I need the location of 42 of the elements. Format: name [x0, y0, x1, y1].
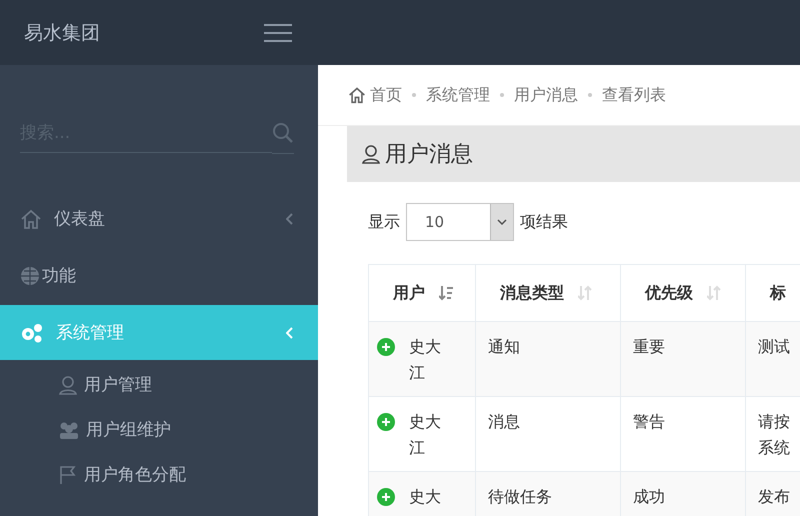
home-icon	[20, 208, 42, 230]
home-icon	[348, 86, 366, 104]
user-icon	[361, 144, 381, 164]
expand-plus-icon[interactable]	[377, 338, 395, 356]
menu-icon[interactable]	[264, 22, 292, 42]
table-cell: 消息	[476, 396, 620, 472]
brand-name: 易水集团	[24, 20, 100, 46]
breadcrumb-link[interactable]: 首页	[348, 84, 402, 106]
globe-icon	[20, 266, 40, 286]
chevron-left-icon	[286, 326, 294, 338]
expand-plus-icon[interactable]	[377, 413, 395, 431]
users-icon	[58, 420, 80, 440]
length-label: 项结果	[520, 212, 568, 232]
table-cell: 警告	[620, 396, 746, 472]
table-cell: 史大江	[368, 322, 476, 396]
table-cell: 重要	[620, 322, 746, 396]
submenu-item[interactable]: 用户管理	[0, 362, 318, 407]
page-size-select[interactable]: 10	[406, 203, 514, 241]
submenu-item[interactable]: 用户角色分配	[0, 452, 318, 497]
sidebar-item[interactable]: 仪表盘	[0, 191, 318, 246]
table-cell: 史大江	[368, 396, 476, 472]
column-header[interactable]: 用户	[368, 264, 476, 322]
table-cell: 测试	[746, 322, 800, 396]
panel-title: 用户消息	[385, 141, 473, 169]
table-cell: 成功	[620, 472, 746, 516]
sort-icon[interactable]	[439, 285, 453, 302]
length-label: 显示	[368, 212, 400, 232]
table-cell: 通知	[476, 322, 620, 396]
breadcrumb-link[interactable]: 用户消息	[514, 84, 578, 106]
expand-plus-icon[interactable]	[377, 488, 395, 506]
chevron-down-icon	[497, 219, 507, 225]
table-cell: 请按系统	[746, 396, 800, 472]
chevron-left-icon	[286, 212, 294, 224]
sidebar-item[interactable]: 功能	[0, 248, 318, 303]
table-cell: 史大	[368, 472, 476, 516]
flag-icon	[58, 464, 78, 484]
breadcrumb-link[interactable]: 查看列表	[602, 84, 666, 106]
user-icon	[58, 374, 78, 394]
breadcrumb-link[interactable]: 系统管理	[426, 84, 490, 106]
table-cell: 发布	[746, 472, 800, 516]
submenu-item[interactable]: 用户组维护	[0, 407, 318, 452]
table-cell: 待做任务	[476, 472, 620, 516]
